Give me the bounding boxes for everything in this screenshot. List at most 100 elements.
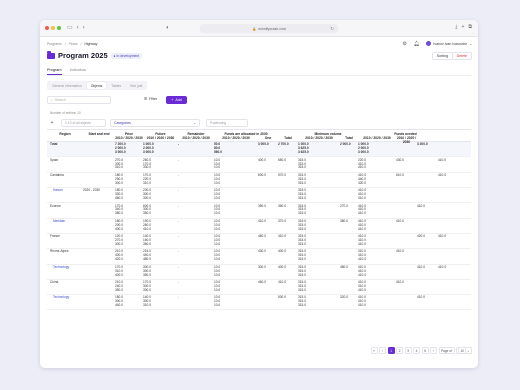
search-input[interactable]: ⌕ Search [47, 96, 111, 104]
table-row[interactable]: Halcon 2020 - 2030 180.0 330.0 460.0 230.0 … [47, 188, 471, 204]
objects-range-select[interactable]: 1-10 of all objects [61, 118, 106, 127]
table-cell: 10.0 10.0 10.0 [214, 264, 221, 277]
prev-page-button[interactable]: ‹ [379, 347, 386, 354]
user-name: Ivanov Ivan Ivanovich [433, 41, 468, 46]
table-cell[interactable]: Technology [47, 265, 83, 270]
tab-indicators[interactable]: Indicators [70, 68, 86, 75]
page-3[interactable]: 3 [404, 347, 412, 354]
breadcrumb-item-pears[interactable]: Pears [69, 42, 78, 46]
table-cell: 320.0 [340, 295, 348, 300]
table-cell: 315.0 315.0 315.0 [298, 218, 306, 231]
table-cell: 430.0 [396, 157, 404, 162]
table-cell: 410.0 410.0 410.0 [358, 295, 366, 308]
table-cell: 410.0 [438, 157, 446, 162]
table-row[interactable]: Ezonne 170.0 340.0 380.0 600.0 300.0 350.0… [47, 203, 471, 219]
table-cell: 1 000.0 2 000.0 3 000.0 [358, 142, 369, 155]
table-cell: 10.0 10.0 10.0 [214, 249, 221, 262]
minimize-window-button[interactable] [51, 26, 55, 30]
table-cell: 410.0 [396, 249, 404, 254]
table-cell: 480.0 [340, 264, 348, 269]
table-cell: 120.0 270.0 300.0 [115, 234, 123, 246]
table-cell: 600.0 [258, 172, 266, 177]
sidebar-toggle-icon[interactable]: ▭ [67, 25, 73, 31]
table-cell: Total [50, 142, 58, 147]
table-row[interactable]: Spain 270.0 300.0 310.0 260.0 170.0 330.0 -… [47, 157, 471, 173]
table-cell: 570.0 [278, 172, 286, 177]
column-header: Future 2010 / 2020 / 2030 [146, 132, 175, 140]
table-cell[interactable]: Halcon [47, 188, 83, 193]
page-4[interactable]: 4 [413, 347, 420, 354]
page-5[interactable]: 5 [421, 347, 429, 354]
filter-button[interactable]: ☰ Filter [144, 97, 157, 101]
table-cell[interactable]: Technology [47, 296, 83, 300]
table-cell: 2 700.0 [278, 142, 289, 147]
table-row[interactable]: Technology 180.0 300.0 440.0 140.0 300.0 3… [47, 295, 471, 311]
sorting-button[interactable]: Sorting [431, 52, 453, 60]
table-cell: 170.0 310.0 400.0 [115, 264, 123, 277]
table-row[interactable]: Meridian 180.0 200.0 400.0 190.0 260.0 410… [47, 219, 471, 234]
page-2[interactable]: 2 [396, 347, 403, 354]
back-icon[interactable]: ‹ [77, 25, 79, 31]
table-cell: - [178, 203, 180, 208]
table-cell: 180.0 250.0 300.0 [115, 172, 123, 185]
tab-tables[interactable]: Tables [107, 82, 125, 89]
table-cell: 650.0 [278, 157, 286, 162]
table-row[interactable]: Cantabria 180.0 250.0 300.0 170.0 220.0 31… [47, 173, 471, 188]
table-cell: 260.0 170.0 330.0 [143, 157, 151, 170]
positioning-input[interactable]: Positioning [206, 118, 248, 127]
page-input[interactable]: Page of [438, 347, 455, 354]
breadcrumb-item-current: Highway [84, 42, 98, 46]
table-cell: 410.0 410.0 410.0 [358, 234, 366, 246]
address-bar[interactable]: 🔒 winnifyorash.com ↻ [200, 24, 338, 33]
page-1[interactable]: 1 [387, 347, 395, 354]
forward-icon[interactable]: › [83, 25, 85, 31]
column-group-needed: Funds needed [394, 132, 417, 136]
table-cell: 10.0 10.0 10.0 [214, 295, 221, 308]
table-cell: 410.0 [438, 234, 446, 239]
bell-icon[interactable]: 🔔︎ [414, 41, 420, 47]
close-window-button[interactable] [45, 26, 49, 30]
tab-see-just[interactable]: See just [126, 82, 146, 89]
delete-button[interactable]: Delete [451, 52, 472, 60]
settings-icon[interactable]: ⚙ [403, 41, 407, 47]
expand-all-icon[interactable]: + [47, 120, 57, 126]
table-cell: 315.0 315.0 315.0 [298, 249, 306, 262]
table-row[interactable]: China 210.0 240.0 350.0 170.0 300.0 300.0 -… [47, 280, 471, 296]
categories-select[interactable]: Categories ⌄ [110, 118, 200, 127]
table-cell: 410.0 440.0 420.0 [358, 172, 366, 185]
table-cell: - [178, 234, 180, 239]
column-header: Price 2010 / 2020 / 2030 [115, 132, 143, 140]
column-header: Region [59, 132, 71, 136]
first-page-button[interactable]: « [370, 347, 378, 354]
table-cell[interactable]: Meridian [47, 219, 83, 224]
reload-icon[interactable]: ↻ [330, 26, 334, 32]
table-cell: 215.0 440.0 480.0 [143, 249, 151, 262]
table-row[interactable]: Total 7 200.0 2 000.0 3 000.0 1 000.0 2 00… [47, 142, 471, 158]
table-cell: 380.0 [340, 218, 348, 223]
table-cell: 220.0 410.0 410.0 [358, 157, 366, 170]
table-cell: 300.0 [258, 264, 266, 269]
per-page-select[interactable]: 10 ⌄ [456, 347, 472, 354]
tab-objects[interactable]: Objects [86, 82, 107, 89]
add-button[interactable]: + Add [166, 96, 187, 104]
download-icon[interactable]: ⤓ [455, 24, 457, 30]
user-menu[interactable]: Ivanov Ivan Ivanovich ⌄ [426, 41, 472, 46]
tab-general-information[interactable]: General information [48, 82, 86, 89]
table-cell: 315.0 315.0 315.0 [298, 264, 306, 277]
tab-program[interactable]: Program [47, 68, 62, 75]
table-row[interactable]: Rhone-Alpes 210.0 400.0 420.0 215.0 440.0 … [47, 249, 471, 265]
maximize-window-button[interactable] [57, 26, 61, 30]
new-tab-icon[interactable]: + [462, 24, 465, 30]
tabs-overview-icon[interactable]: ⧉ [468, 24, 472, 30]
table-cell: 315.0 315.0 315.0 [298, 295, 306, 308]
breadcrumb: Programs / Pears / Highway [47, 42, 98, 46]
next-page-button[interactable]: › [430, 347, 437, 354]
table-cell: 180.0 200.0 400.0 [115, 218, 123, 231]
table-cell: 410.0 [396, 218, 404, 223]
table-cell: 3 200.0 [417, 142, 428, 147]
table-row[interactable]: France 120.0 270.0 300.0 140.0 160.0 360.0… [47, 234, 471, 250]
table-row[interactable]: Technology 170.0 310.0 400.0 300.0 300.0 3… [47, 265, 471, 280]
shield-icon[interactable]: ◐ [166, 25, 170, 31]
breadcrumb-item-programs[interactable]: Programs [47, 42, 62, 46]
table-cell: 210.0 240.0 350.0 [115, 280, 123, 292]
